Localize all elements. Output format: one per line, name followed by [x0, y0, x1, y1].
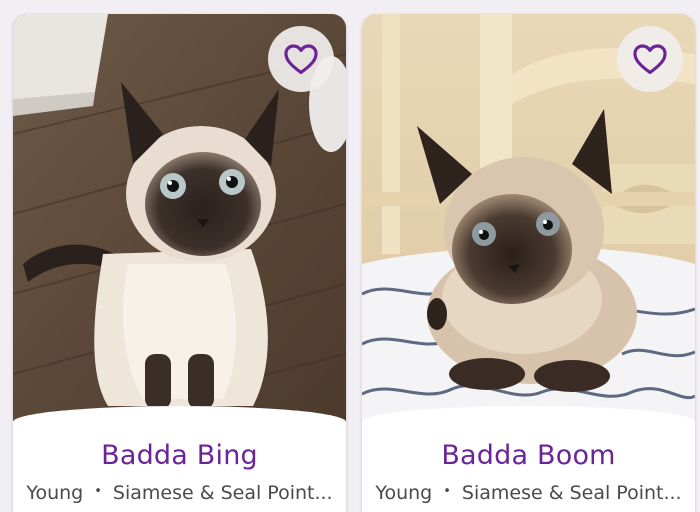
heart-outline-icon	[284, 44, 318, 75]
pet-details: Young • Siamese & Seal Point...	[362, 482, 695, 504]
pet-card-badda-boom[interactable]: Badda Boom Young • Siamese & Seal Point...	[362, 14, 695, 512]
pet-name[interactable]: Badda Boom	[362, 440, 695, 471]
pet-age: Young	[375, 482, 433, 504]
pet-details: Young • Siamese & Seal Point...	[13, 482, 346, 504]
pet-info: Badda Bing Young • Siamese & Seal Point...	[13, 406, 346, 512]
favorite-button[interactable]	[268, 26, 334, 92]
pet-info: Badda Boom Young • Siamese & Seal Point...	[362, 406, 695, 512]
favorite-button[interactable]	[617, 26, 683, 92]
pet-age: Young	[26, 482, 84, 504]
heart-outline-icon	[633, 44, 667, 75]
pet-breed: Siamese & Seal Point...	[112, 482, 333, 504]
pet-name[interactable]: Badda Bing	[13, 440, 346, 471]
pet-breed: Siamese & Seal Point...	[461, 482, 682, 504]
separator-dot: •	[94, 484, 102, 499]
pet-card-grid: Badda Bing Young • Siamese & Seal Point...	[0, 0, 700, 512]
separator-dot: •	[443, 484, 451, 499]
pet-card-badda-bing[interactable]: Badda Bing Young • Siamese & Seal Point...	[13, 14, 346, 512]
